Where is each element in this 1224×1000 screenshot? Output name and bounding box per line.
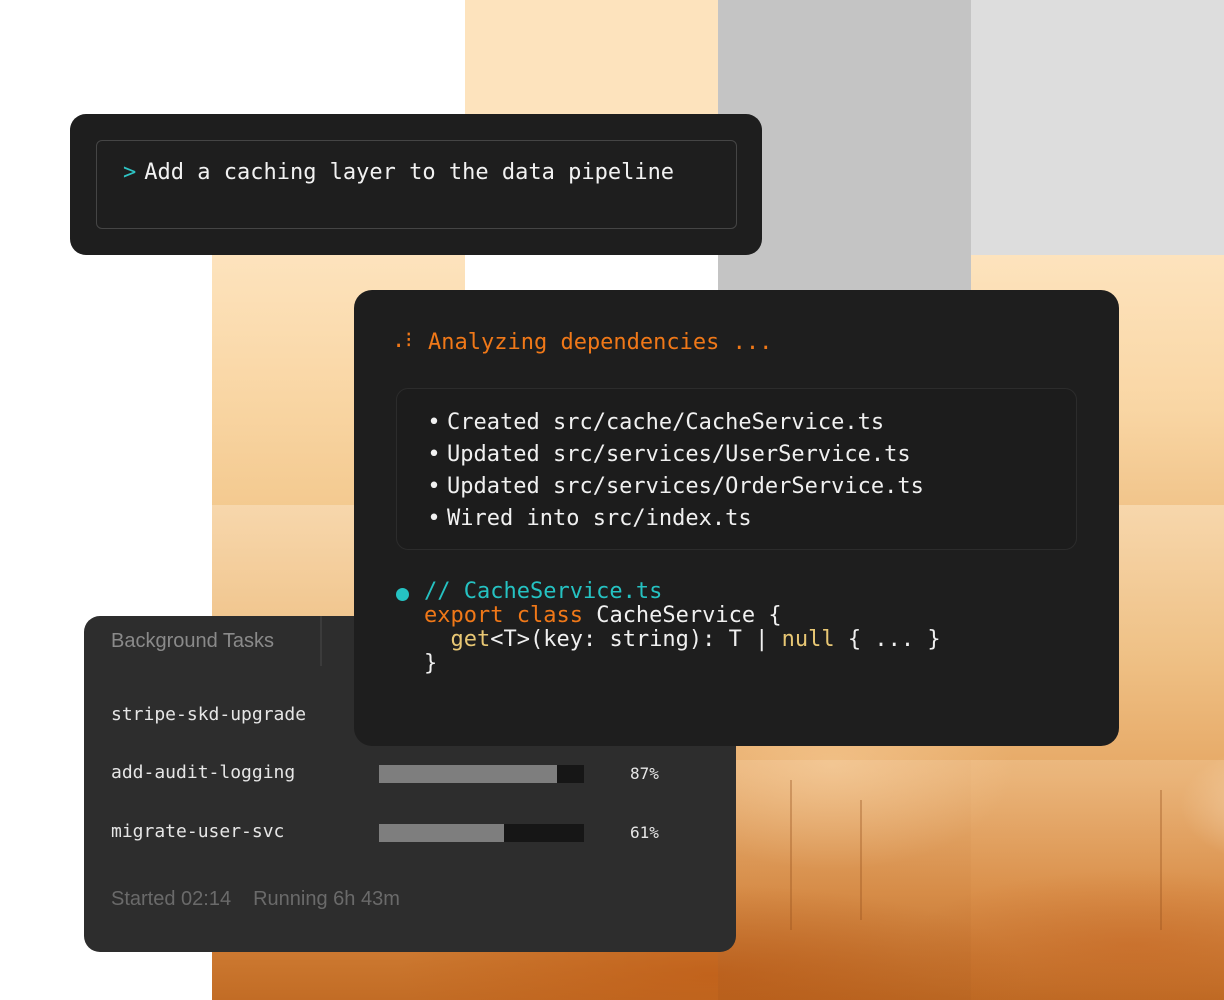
tab-divider [320,616,322,666]
change-text: Wired into src/index.ts [447,506,752,531]
change-text: Updated src/services/UserService.ts [447,442,911,467]
change-text: Updated src/services/OrderService.ts [447,474,924,499]
task-row[interactable]: migrate-user-svc 61% [111,821,711,845]
list-item: • Wired into src/index.ts [423,503,924,535]
code-line: export class CacheService { [424,604,941,628]
background-tile [718,255,971,295]
bullet-icon: • [427,442,441,467]
background-tile [971,760,1224,1000]
prompt-input[interactable]: > Add a caching layer to the data pipelin… [96,140,737,229]
code-text: CacheService { [582,603,782,628]
code-line: get<T>(key: string): T | null { ... } [424,628,941,652]
task-progress-fill [379,824,505,842]
task-progress-bar [379,765,584,783]
task-name: add-audit-logging [111,762,296,783]
tasks-running-time: Running 6h 43m [253,888,400,910]
task-progress-percent: 61% [630,823,659,842]
bullet-icon: • [427,506,441,531]
tab-background-tasks[interactable]: Background Tasks [111,630,274,653]
prompt-caret-icon: > [123,160,137,185]
code-snippet: // CacheService.ts export class CacheSer… [424,580,941,676]
code-text: { ... } [834,627,941,652]
task-progress-fill [379,765,558,783]
list-item: • Updated src/services/UserService.ts [423,439,924,471]
analysis-card: .⁝ Analyzing dependencies ... • Created s… [354,290,1119,746]
change-text: Created src/cache/CacheService.ts [447,410,885,435]
changes-summary: • Created src/cache/CacheService.ts • Upda… [396,388,1077,550]
changes-list: • Created src/cache/CacheService.ts • Upda… [423,407,924,535]
code-text: <T>(key: string): T | [490,627,782,652]
code-keyword: export class [424,603,583,628]
task-name: migrate-user-svc [111,821,285,842]
background-tile [971,0,1224,255]
code-line: // CacheService.ts [424,580,941,604]
tasks-footer: Started 02:14 Running 6h 43m [111,888,400,911]
list-item: • Updated src/services/OrderService.ts [423,471,924,503]
analysis-status: Analyzing dependencies ... [428,330,773,355]
list-item: • Created src/cache/CacheService.ts [423,407,924,439]
task-progress-percent: 87% [630,764,659,783]
background-tree [1160,790,1162,930]
code-literal: null [781,627,835,652]
tasks-started-time: Started 02:14 [111,888,232,910]
task-name: stripe-skd-upgrade [111,704,307,725]
task-progress-bar [379,824,584,842]
background-tree [790,780,792,930]
prompt-card: > Add a caching layer to the data pipelin… [70,114,762,255]
bullet-icon: • [427,410,441,435]
background-tree [860,800,862,920]
code-function: get [450,627,491,652]
background-tile [718,760,971,1000]
code-line: } [424,652,941,676]
status-dot-icon [396,588,409,601]
prompt-text: Add a caching layer to the data pipeline [144,160,675,185]
task-row[interactable]: add-audit-logging 87% [111,762,711,786]
spinner-icon: .⁝ [392,328,413,353]
bullet-icon: • [427,474,441,499]
code-text: } [424,651,438,676]
code-comment: // CacheService.ts [424,579,663,604]
